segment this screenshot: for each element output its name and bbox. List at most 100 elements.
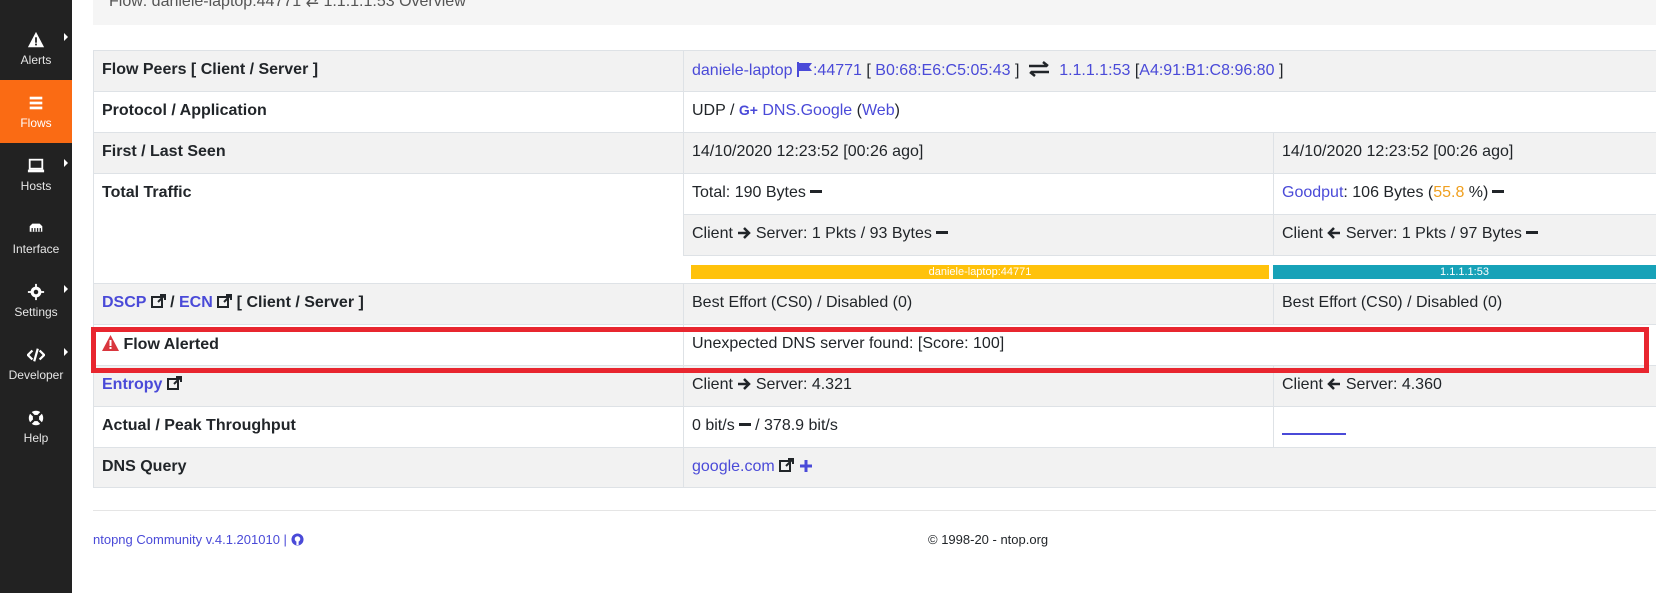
entropy-cli-prefix: Client bbox=[692, 376, 733, 393]
arrow-left-icon bbox=[1327, 227, 1341, 239]
table-row-protocol: Protocol / Application UDP / G+ DNS.Goog… bbox=[93, 91, 1656, 132]
version-text[interactable]: ntopng Community v.4.1.201010 | bbox=[93, 532, 287, 547]
traffic-bar-server-cell: 1.1.1.1:53 bbox=[1273, 256, 1656, 283]
header-server: 1.1.1.1:53 bbox=[323, 0, 395, 10]
caret-right-icon bbox=[64, 33, 68, 42]
row-label: DSCP / ECN [ Client / Server ] bbox=[93, 284, 683, 324]
client-host-link[interactable]: daniele-laptop bbox=[692, 62, 793, 79]
first-seen: 14/10/2020 12:23:52 [00:26 ago] bbox=[683, 133, 1273, 173]
row-label: Actual / Peak Throughput bbox=[93, 407, 683, 447]
traffic-subrow-total: Total: 190 Bytes Goodput: 106 Bytes (55.… bbox=[683, 173, 1656, 214]
google-plus-icon: G+ bbox=[738, 102, 758, 118]
sidebar-item-interface[interactable]: Interface bbox=[0, 206, 72, 269]
page-title: Flow: daniele-laptop:44771 ⇄ 1.1.1.1:53 … bbox=[109, 0, 466, 11]
srv2cli-prefix: Client bbox=[1282, 225, 1323, 242]
sidebar-item-alerts[interactable]: Alerts bbox=[0, 17, 72, 80]
sidebar-item-flows[interactable]: Flows bbox=[0, 80, 72, 143]
minus-icon bbox=[738, 423, 751, 426]
lifebuoy-icon bbox=[28, 410, 44, 425]
throughput-peak: / 378.9 bit/s bbox=[755, 417, 838, 434]
sidebar-item-label: Developer bbox=[8, 367, 64, 382]
alert-description: Unexpected DNS server found: [Score: 100… bbox=[683, 325, 1656, 365]
minus-icon bbox=[809, 190, 822, 193]
app-protocol-link[interactable]: DNS.Google bbox=[762, 102, 852, 119]
server-mac-link[interactable]: A4:91:B1:C8:96:80 bbox=[1139, 62, 1274, 79]
sidebar-item-developer[interactable]: Developer bbox=[0, 332, 72, 395]
github-icon[interactable] bbox=[291, 533, 304, 546]
table-row-dns: DNS Query google.com bbox=[93, 447, 1656, 488]
plus-icon[interactable] bbox=[799, 459, 813, 473]
goodput: Goodput: 106 Bytes (55.8 %) bbox=[1273, 174, 1656, 214]
exchange-icon bbox=[1029, 61, 1050, 77]
sidebar-item-settings[interactable]: Settings bbox=[0, 269, 72, 332]
sidebar-item-label: Hosts bbox=[20, 178, 52, 193]
footer-version[interactable]: ntopng Community v.4.1.201010 | bbox=[93, 532, 304, 547]
arrow-right-icon bbox=[738, 227, 752, 239]
paren-close: ) bbox=[894, 102, 900, 119]
dscp-link[interactable]: DSCP bbox=[102, 294, 146, 311]
l4-protocol: UDP / bbox=[692, 102, 735, 119]
minus-icon bbox=[1525, 231, 1538, 234]
last-seen: 14/10/2020 12:23:52 [00:26 ago] bbox=[1273, 133, 1656, 173]
dscp-rest: [ Client / Server ] bbox=[236, 294, 364, 311]
dns-query-value: google.com bbox=[683, 448, 1656, 487]
ecn-link[interactable]: ECN bbox=[179, 294, 213, 311]
row-label: Flow Alerted bbox=[93, 325, 683, 365]
sidebar-item-label: Interface bbox=[12, 241, 60, 256]
sidebar-item-label: Flows bbox=[20, 115, 52, 130]
external-link-icon[interactable] bbox=[779, 458, 795, 473]
goodput-link[interactable]: Goodput bbox=[1282, 184, 1343, 201]
arrow-left-icon bbox=[1327, 378, 1341, 390]
external-link-icon[interactable] bbox=[217, 294, 233, 309]
entropy-link[interactable]: Entropy bbox=[102, 376, 162, 393]
table-row-seen: First / Last Seen 14/10/2020 12:23:52 [0… bbox=[93, 132, 1656, 173]
header-client: Flow: daniele-laptop:44771 bbox=[109, 0, 302, 10]
external-link-icon[interactable] bbox=[166, 376, 182, 391]
dns-query-link[interactable]: google.com bbox=[692, 458, 775, 475]
separator: / bbox=[170, 294, 175, 311]
total-bytes: Total: 190 Bytes bbox=[683, 174, 1273, 214]
warning-icon bbox=[102, 335, 119, 351]
throughput-sparkline bbox=[1282, 433, 1346, 435]
warning-icon bbox=[27, 31, 45, 47]
server-ip-link[interactable]: 1.1.1.1:53 bbox=[1059, 62, 1130, 79]
external-link-icon[interactable] bbox=[150, 294, 166, 309]
code-icon bbox=[27, 347, 45, 362]
laptop-icon bbox=[27, 158, 45, 172]
row-label: DNS Query bbox=[93, 448, 683, 487]
row-label: Entropy bbox=[93, 366, 683, 406]
bracket-close: ] bbox=[1278, 62, 1284, 79]
minus-icon bbox=[935, 231, 948, 234]
srv2cli-stats: Client Server: 1 Pkts / 97 Bytes bbox=[1273, 215, 1656, 255]
peers-value: daniele-laptop :44771 [ B0:68:E6:C5:05:4… bbox=[683, 51, 1656, 91]
traffic-subrow-direction: Client Server: 1 Pkts / 93 Bytes Client … bbox=[683, 214, 1656, 255]
row-label: Flow Peers [ Client / Server ] bbox=[93, 51, 683, 91]
stack-icon bbox=[29, 96, 43, 109]
client-port-link[interactable]: :44771 bbox=[813, 62, 862, 79]
caret-right-icon bbox=[64, 285, 68, 294]
row-label: First / Last Seen bbox=[93, 133, 683, 173]
client-mac-link[interactable]: B0:68:E6:C5:05:43 bbox=[875, 62, 1010, 79]
category-link[interactable]: Web bbox=[862, 102, 895, 119]
sidebar-item-help[interactable]: Help bbox=[0, 395, 72, 458]
flow-header: Flow: daniele-laptop:44771 ⇄ 1.1.1.1:53 … bbox=[93, 0, 1656, 25]
protocol-value: UDP / G+ DNS.Google (Web) bbox=[683, 92, 1656, 132]
flag-icon bbox=[796, 62, 812, 77]
sidebar-item-label: Alerts bbox=[20, 52, 52, 67]
sidebar: Alerts Flows Hosts Interface Settings De… bbox=[0, 0, 72, 593]
table-row-dscp: DSCP / ECN [ Client / Server ] Best Effo… bbox=[93, 283, 1656, 324]
caret-right-icon bbox=[64, 348, 68, 357]
cli2srv-stats: Client Server: 1 Pkts / 93 Bytes bbox=[683, 215, 1273, 255]
caret-right-icon bbox=[64, 159, 68, 168]
exchange-icon: ⇄ bbox=[305, 0, 319, 10]
traffic-bar-client: daniele-laptop:44771 bbox=[691, 265, 1269, 279]
row-label: Protocol / Application bbox=[93, 92, 683, 132]
dscp-client: Best Effort (CS0) / Disabled (0) bbox=[683, 284, 1273, 324]
ethernet-icon bbox=[29, 223, 43, 232]
bracket-open: [ bbox=[866, 62, 871, 79]
row-label: Total Traffic bbox=[93, 174, 683, 283]
entropy-server: Client Server: 4.360 bbox=[1273, 366, 1656, 406]
goodput-close: %) bbox=[1464, 184, 1489, 201]
entropy-cli-suffix: Server: 4.321 bbox=[755, 376, 852, 393]
sidebar-item-hosts[interactable]: Hosts bbox=[0, 143, 72, 206]
